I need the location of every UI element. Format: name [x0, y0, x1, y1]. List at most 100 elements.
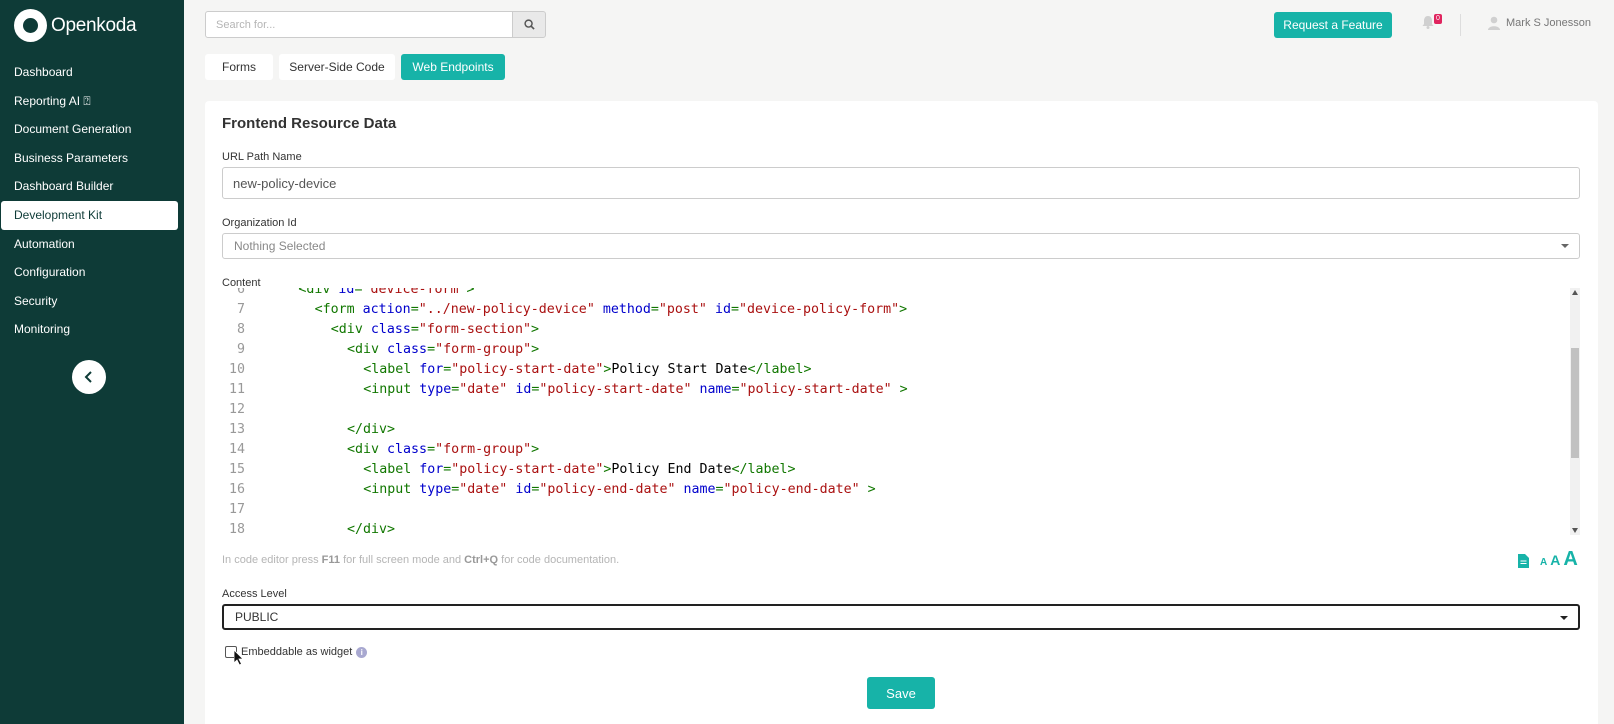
embeddable-widget-label[interactable]: Embeddable as widget	[241, 646, 352, 658]
info-icon[interactable]: i	[356, 646, 368, 658]
code-token: method	[602, 302, 651, 317]
url-path-input[interactable]	[222, 167, 1580, 199]
tab-forms[interactable]: Forms	[205, 54, 273, 80]
line-number: 15	[228, 462, 245, 477]
document-icon[interactable]	[1518, 554, 1529, 568]
sidebar-item-dashboard-builder[interactable]: Dashboard Builder	[0, 172, 184, 201]
code-line[interactable]: 18 </div>	[222, 520, 1562, 535]
code-line[interactable]: 10 <label for="policy-start-date">Policy …	[222, 360, 1562, 380]
hint-text-suffix: for code documentation.	[498, 554, 620, 566]
tab-web-endpoints[interactable]: Web Endpoints	[401, 54, 505, 80]
code-token: =	[731, 382, 740, 397]
code-line[interactable]: 6 <div id="device-form">	[222, 288, 1562, 300]
code-token: for	[419, 362, 444, 377]
code-token: <div	[347, 442, 388, 457]
code-token: >	[531, 342, 540, 357]
organization-select[interactable]: Nothing Selected	[222, 233, 1580, 259]
code-line[interactable]: 14 <div class="form-group">	[222, 440, 1562, 460]
editor-scroll-thumb[interactable]	[1571, 348, 1579, 458]
code-line[interactable]: 7 <form action="../new-policy-device" met…	[222, 300, 1562, 320]
code-text: <form action="../new-policy-device" meth…	[315, 300, 908, 320]
hint-text-prefix: In code editor press	[222, 554, 322, 566]
sidebar-item-dashboard[interactable]: Dashboard	[0, 58, 184, 87]
scroll-up-arrow-icon[interactable]	[1572, 290, 1578, 295]
code-text: <div id="device-form">	[298, 288, 474, 300]
code-token: class	[387, 442, 428, 457]
code-line[interactable]: 15 <label for="policy-start-date">Policy …	[222, 460, 1562, 480]
code-token: <form	[314, 302, 363, 317]
code-token: =	[650, 302, 659, 317]
tab-server-side-code[interactable]: Server-Side Code	[279, 54, 395, 80]
line-number: 6	[236, 288, 245, 297]
brand-logo[interactable]: Openkoda	[14, 9, 137, 42]
hint-text-mid: for full screen mode and	[340, 554, 465, 566]
code-token: "policy-end-date"	[539, 482, 676, 497]
sidebar-item-development-kit[interactable]: Development Kit	[1, 200, 178, 230]
code-line[interactable]: 13 </div>	[222, 420, 1562, 440]
topbar-divider	[1460, 14, 1461, 36]
resource-form-card: Frontend Resource Data URL Path Name Org…	[205, 101, 1598, 724]
code-line[interactable]: 11 <input type="date" id="policy-start-da…	[222, 380, 1562, 400]
sidebar: Openkoda Dashboard Reporting AI ⍰ Docume…	[0, 0, 184, 724]
user-menu[interactable]: Mark S Jonesson	[1488, 16, 1591, 30]
code-token: action	[362, 302, 411, 317]
request-feature-button[interactable]: Request a Feature	[1274, 12, 1392, 38]
font-size-medium-button[interactable]: A	[1550, 552, 1560, 568]
code-token: name	[699, 382, 732, 397]
caret-down-icon	[1561, 244, 1569, 248]
code-token: >	[466, 288, 475, 297]
sidebar-item-security[interactable]: Security	[0, 287, 184, 316]
sidebar-item-monitoring[interactable]: Monitoring	[0, 315, 184, 344]
code-token: "policy-end-date"	[723, 482, 860, 497]
sidebar-item-configuration[interactable]: Configuration	[0, 258, 184, 287]
sidebar-collapse-button[interactable]	[72, 360, 106, 394]
code-token: class	[387, 342, 428, 357]
access-level-select[interactable]: PUBLIC	[222, 604, 1580, 630]
editor-scrollbar[interactable]	[1570, 288, 1580, 535]
save-button[interactable]: Save	[867, 677, 935, 709]
sidebar-item-business-parameters[interactable]: Business Parameters	[0, 144, 184, 173]
code-token: "policy-start-date"	[739, 382, 892, 397]
scroll-down-arrow-icon[interactable]	[1572, 528, 1578, 533]
code-token: Policy End Date	[611, 462, 732, 477]
access-level-select-value: PUBLIC	[235, 610, 279, 624]
code-token: <div	[298, 288, 339, 297]
sidebar-item-automation[interactable]: Automation	[0, 230, 184, 259]
code-line[interactable]: 17	[222, 500, 1562, 520]
code-line[interactable]: 8 <div class="form-section">	[222, 320, 1562, 340]
code-token: class	[370, 322, 411, 337]
code-line[interactable]: 16 <input type="date" id="policy-end-date…	[222, 480, 1562, 500]
code-text: <div class="form-group">	[347, 340, 539, 360]
code-line[interactable]: 12	[222, 400, 1562, 420]
code-token: >	[531, 442, 540, 457]
search-button[interactable]	[512, 11, 546, 38]
search-input[interactable]	[205, 11, 513, 38]
code-line[interactable]: 9 <div class="form-group">	[222, 340, 1562, 360]
code-token: >	[899, 302, 908, 317]
font-size-large-button[interactable]: A	[1563, 549, 1577, 569]
code-token: >	[530, 322, 539, 337]
code-editor[interactable]: 18 </div> 17 16 <input type="date" id="polic…	[222, 288, 1580, 535]
sidebar-item-document-generation[interactable]: Document Generation	[0, 115, 184, 144]
code-token: <div	[347, 342, 388, 357]
code-token: id	[515, 382, 532, 397]
line-number: 9	[236, 342, 245, 357]
font-size-small-button[interactable]: A	[1540, 557, 1547, 568]
code-token: type	[419, 382, 452, 397]
line-number: 11	[228, 382, 245, 397]
embeddable-widget-row: Embeddable as widget i	[225, 646, 368, 658]
code-token: =	[410, 322, 419, 337]
sidebar-item-reporting-ai[interactable]: Reporting AI ⍰	[0, 87, 184, 116]
editor-tools: A A A	[1518, 549, 1578, 569]
code-token: </div>	[347, 522, 396, 535]
code-token: =	[427, 342, 436, 357]
code-token: <input	[363, 482, 420, 497]
code-token: "device-policy-form"	[739, 302, 900, 317]
code-text: <div class="form-group">	[347, 440, 539, 460]
code-text: <div class="form-section">	[331, 320, 539, 340]
line-number: 13	[228, 422, 245, 437]
